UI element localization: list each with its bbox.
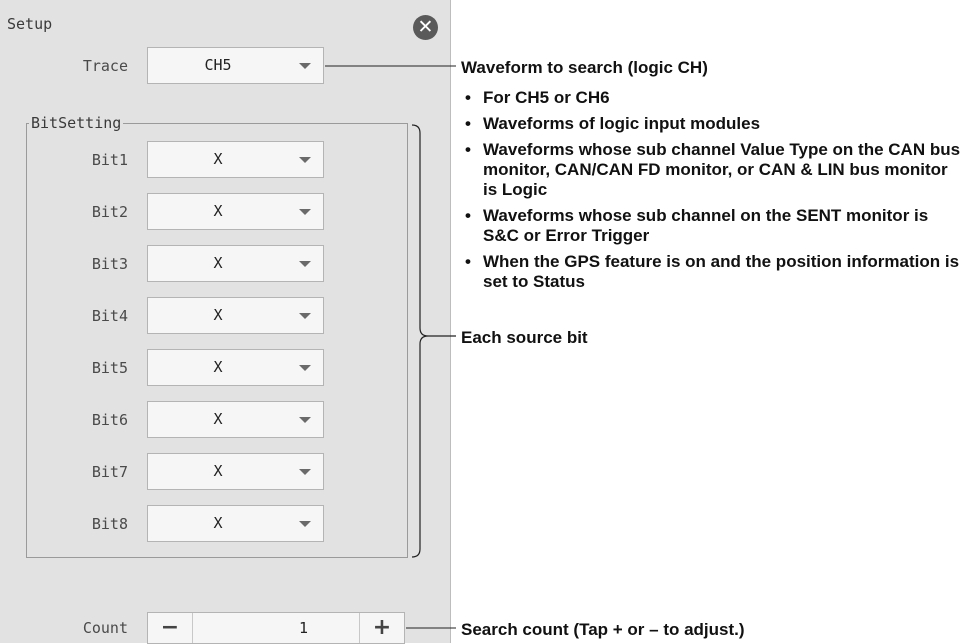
each-source-bit-note: Each source bit [461, 328, 588, 347]
list-item: • For CH5 or CH6 [465, 88, 610, 107]
list-item: • Waveforms whose sub channel on the SENT… [465, 206, 929, 245]
search-count-note: Search count (Tap + or – to adjust.) [461, 620, 745, 639]
list-item: • When the GPS feature is on and the posi… [465, 252, 960, 291]
waveform-list: • For CH5 or CH6 • Waveforms of logic inpu… [461, 88, 961, 298]
list-item: • Waveforms whose sub channel Value Type … [465, 140, 961, 199]
list-item: • Waveforms of logic input modules [465, 114, 761, 133]
waveform-heading: Waveform to search (logic CH) [461, 58, 708, 77]
